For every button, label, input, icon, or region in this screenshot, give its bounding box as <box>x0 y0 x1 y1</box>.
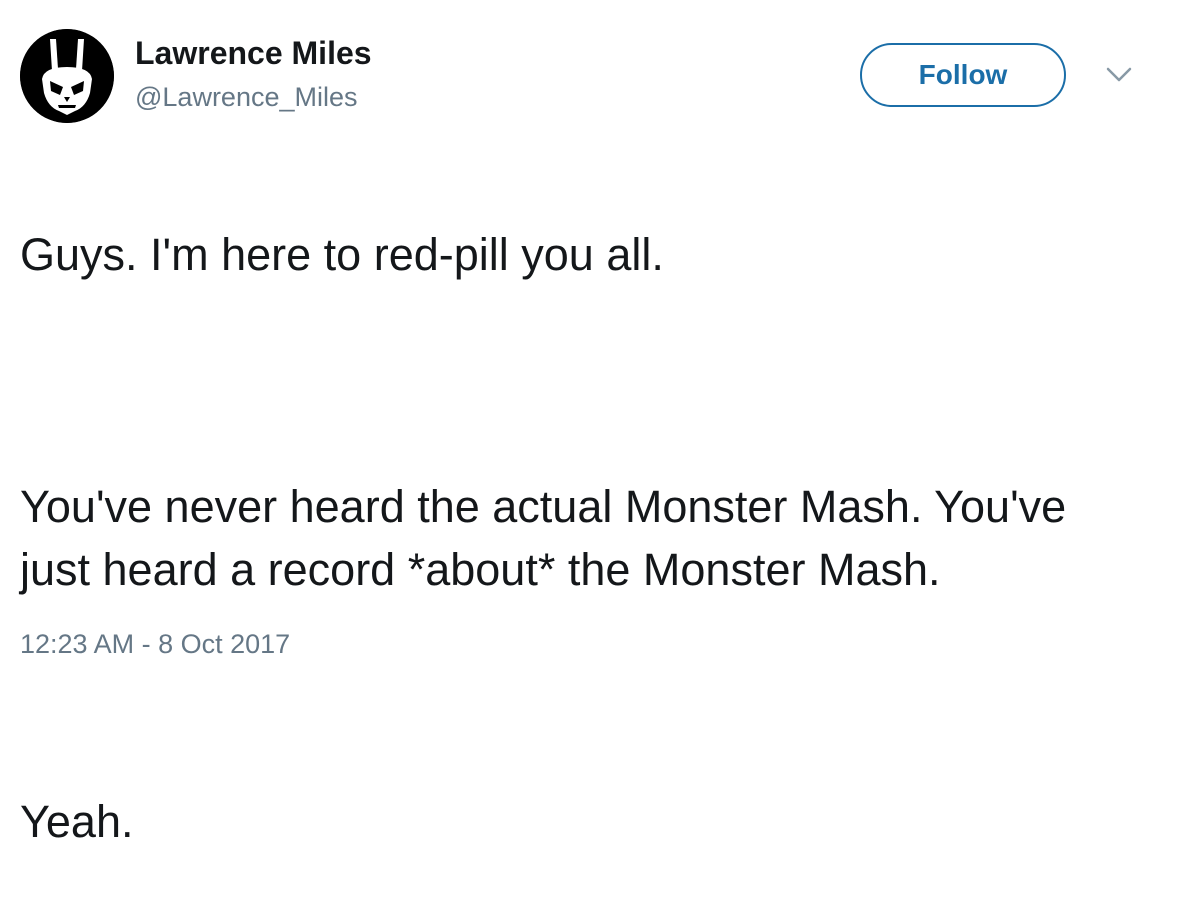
tweet-menu-button[interactable] <box>1104 64 1134 86</box>
author-handle[interactable]: @Lawrence_Miles <box>135 82 358 113</box>
tweet-paragraph: You've never heard the actual Monster Ma… <box>20 481 1067 595</box>
tweet-paragraph: Yeah. <box>20 796 134 847</box>
rabbit-skull-icon <box>20 29 114 123</box>
tweet-timestamp[interactable]: 12:23 AM - 8 Oct 2017 <box>20 629 290 660</box>
tweet-text: Guys. I'm here to red-pill you all. You'… <box>20 160 1160 916</box>
avatar[interactable] <box>20 29 114 123</box>
chevron-down-icon <box>1106 67 1132 82</box>
tweet-paragraph: Guys. I'm here to red-pill you all. <box>20 229 664 280</box>
author-display-name[interactable]: Lawrence Miles <box>135 35 372 72</box>
follow-button[interactable]: Follow <box>860 43 1066 107</box>
tweet-card: Lawrence Miles @Lawrence_Miles Follow Gu… <box>0 0 1180 847</box>
